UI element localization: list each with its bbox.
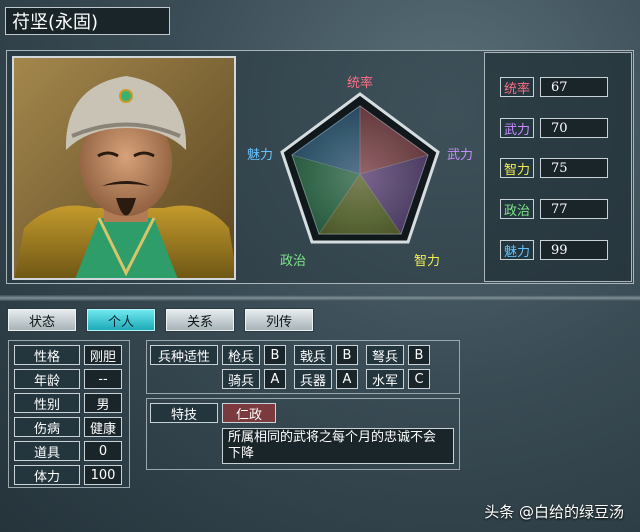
aptitude-grade-cavalry: A xyxy=(264,369,286,389)
personal-label-health: 伤病 xyxy=(14,417,80,437)
personal-value-items: 0 xyxy=(84,441,122,461)
personal-label-items: 道具 xyxy=(14,441,80,461)
aptitude-grade-navy: C xyxy=(408,369,430,389)
personal-label-gender: 性别 xyxy=(14,393,80,413)
aptitude-label-halberd: 戟兵 xyxy=(294,345,332,365)
skill-header: 特技 xyxy=(150,403,218,423)
aptitude-header: 兵种适性 xyxy=(150,345,218,365)
personal-value-stamina: 100 xyxy=(84,465,122,485)
stat-value-politics: 77 xyxy=(540,199,608,219)
tab-relations[interactable]: 关系 xyxy=(166,309,234,331)
skill-description: 所属相同的武将之每个月的忠诚不会下降 xyxy=(222,428,454,464)
portrait-image xyxy=(14,58,234,278)
personal-value-gender: 男 xyxy=(84,393,122,413)
stat-label-charisma: 魅力 xyxy=(500,240,534,260)
stat-label-command: 统率 xyxy=(500,77,534,97)
personal-value-age: -- xyxy=(84,369,122,389)
radar-label-intellect: 智力 xyxy=(414,254,441,269)
stat-label-war: 武力 xyxy=(500,118,534,138)
aptitude-label-spear: 枪兵 xyxy=(222,345,260,365)
skill-name: 仁政 xyxy=(222,403,276,423)
watermark: 头条 @白给的绿豆汤 xyxy=(484,503,624,521)
aptitude-grade-crossbow: B xyxy=(408,345,430,365)
personal-value-personality: 刚胆 xyxy=(84,345,122,365)
radar-label-war: 武力 xyxy=(447,148,474,163)
tab-biography[interactable]: 列传 xyxy=(245,309,313,331)
personal-label-stamina: 体力 xyxy=(14,465,80,485)
stat-value-intellect: 75 xyxy=(540,158,608,178)
personal-label-age: 年龄 xyxy=(14,369,80,389)
personal-label-personality: 性格 xyxy=(14,345,80,365)
aptitude-grade-spear: B xyxy=(264,345,286,365)
aptitude-grade-halberd: B xyxy=(336,345,358,365)
general-name: 苻坚(永固) xyxy=(5,7,170,35)
radar-label-command: 统率 xyxy=(347,76,374,91)
personal-value-health: 健康 xyxy=(84,417,122,437)
stats-radar: 统率 武力 智力 政治 魅力 xyxy=(240,54,480,278)
section-divider xyxy=(0,295,640,301)
aptitude-label-crossbow: 弩兵 xyxy=(366,345,404,365)
aptitude-label-cavalry: 骑兵 xyxy=(222,369,260,389)
aptitude-label-navy: 水军 xyxy=(366,369,404,389)
tab-personal[interactable]: 个人 xyxy=(87,309,155,331)
tab-status[interactable]: 状态 xyxy=(8,309,76,331)
stat-label-intellect: 智力 xyxy=(500,158,534,178)
stat-value-command: 67 xyxy=(540,77,608,97)
aptitude-label-siege: 兵器 xyxy=(294,369,332,389)
stat-label-politics: 政治 xyxy=(500,199,534,219)
general-portrait xyxy=(12,56,236,280)
stat-value-charisma: 99 xyxy=(540,240,608,260)
stat-value-war: 70 xyxy=(540,118,608,138)
aptitude-grade-siege: A xyxy=(336,369,358,389)
radar-label-politics: 政治 xyxy=(280,254,307,269)
radar-label-charisma: 魅力 xyxy=(247,148,274,163)
